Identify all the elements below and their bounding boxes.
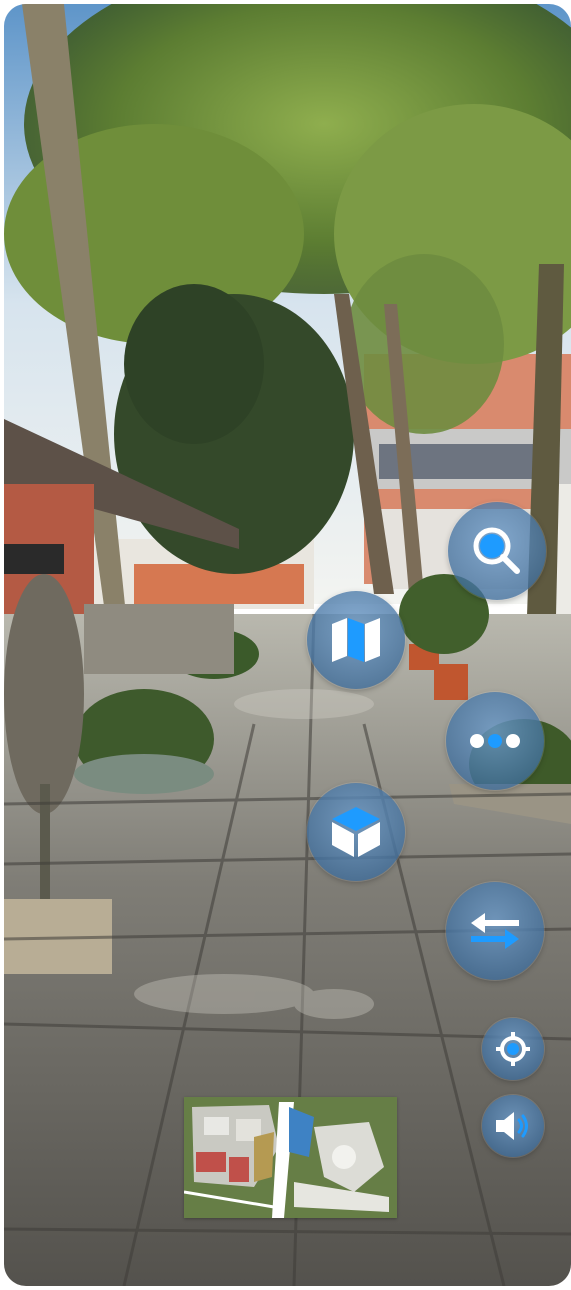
search-icon xyxy=(473,527,520,574)
swap-arrows-icon xyxy=(471,913,519,949)
switch-view-button[interactable] xyxy=(446,882,544,980)
panorama-image[interactable] xyxy=(4,4,571,1286)
sound-button[interactable] xyxy=(482,1095,544,1157)
3d-view-button[interactable] xyxy=(307,783,405,881)
minimap-image xyxy=(183,1097,397,1218)
cube-icon xyxy=(332,807,380,857)
minimap[interactable] xyxy=(183,1097,397,1218)
locate-button[interactable] xyxy=(482,1018,544,1080)
map-button[interactable] xyxy=(307,591,405,689)
panorama-viewer[interactable] xyxy=(4,4,571,1286)
map-icon xyxy=(332,618,380,662)
search-button[interactable] xyxy=(448,502,546,600)
more-dots-icon xyxy=(470,734,520,748)
crosshair-icon xyxy=(496,1032,530,1066)
more-button[interactable] xyxy=(446,692,544,790)
speaker-icon xyxy=(496,1112,528,1140)
